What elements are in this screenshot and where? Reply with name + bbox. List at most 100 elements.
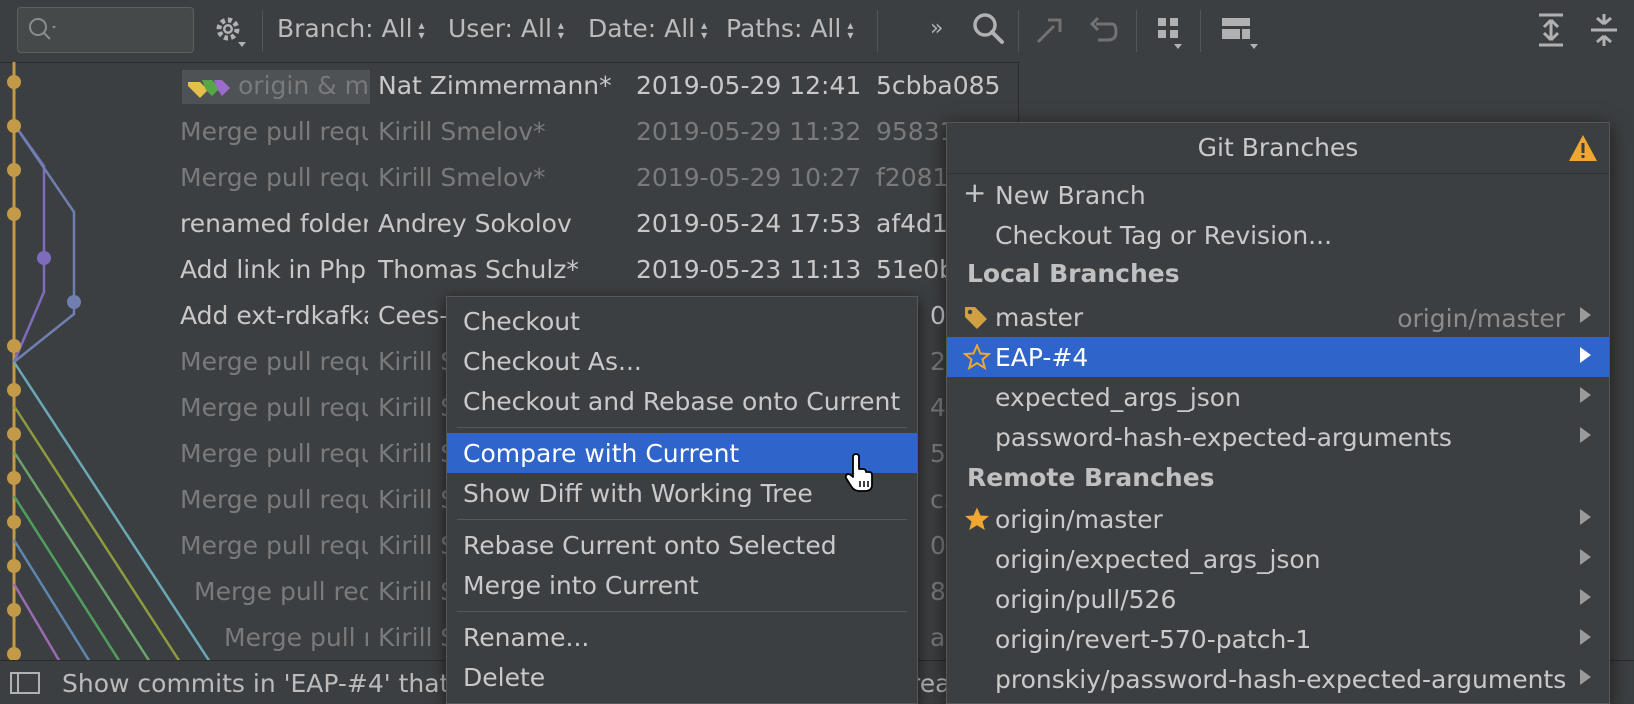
menu-item-checkout[interactable]: Checkout bbox=[447, 301, 917, 341]
search-icon[interactable] bbox=[972, 12, 1006, 52]
commit-date: 2019-05-23 11:13 bbox=[636, 255, 861, 284]
checkout-tag-label: Checkout Tag or Revision... bbox=[995, 221, 1333, 250]
branch-name: password-hash-expected-arguments bbox=[995, 423, 1452, 452]
log-toolbar: Branch: All ▴ ▾ User: All ▴ ▾ Date: All ▴ ▾ Pa… bbox=[0, 0, 1634, 63]
submenu-arrow-icon bbox=[1580, 549, 1591, 565]
branch-name: origin/master bbox=[995, 505, 1163, 534]
menu-item-rebase-current[interactable]: Rebase Current onto Selected bbox=[447, 525, 917, 565]
group-by-icon[interactable] bbox=[1156, 16, 1192, 56]
submenu-arrow-icon bbox=[1580, 589, 1591, 605]
commit-date: 2019-05-29 12:41 bbox=[636, 71, 861, 100]
menu-item-label: Checkout and Rebase onto Current bbox=[463, 387, 901, 416]
remote-branch-origin-expected-args-json[interactable]: origin/expected_args_json bbox=[947, 539, 1609, 579]
submenu-arrow-icon bbox=[1580, 307, 1591, 323]
menu-item-merge-into-current[interactable]: Merge into Current bbox=[447, 565, 917, 605]
expand-all-icon[interactable] bbox=[1536, 12, 1566, 54]
cherry-pick-icon[interactable] bbox=[1034, 14, 1068, 52]
updown-arrows-icon: ▴ ▾ bbox=[701, 18, 708, 42]
menu-item-checkout-as[interactable]: Checkout As... bbox=[447, 341, 917, 381]
menu-item-label: Delete bbox=[463, 663, 546, 692]
table-row[interactable]: Merge pull request Kirill Smelov* 2019-0… bbox=[0, 154, 1018, 200]
remote-branch-origin-master[interactable]: origin/master bbox=[947, 499, 1609, 539]
table-row[interactable]: Add link in PhpDoc Thomas Schulz* 2019-0… bbox=[0, 246, 1018, 292]
remote-branch-origin-revert[interactable]: origin/revert-570-patch-1 bbox=[947, 619, 1609, 659]
paths-filter-label: Paths: All bbox=[726, 14, 842, 43]
tracking-branch: origin/master bbox=[1397, 304, 1565, 333]
menu-item-rename[interactable]: Rename... bbox=[447, 617, 917, 657]
menu-item-label: Checkout As... bbox=[463, 347, 642, 376]
commit-date: 2019-05-29 11:32 bbox=[636, 117, 861, 146]
search-icon bbox=[28, 17, 60, 49]
local-branch-password-hash[interactable]: password-hash-expected-arguments bbox=[947, 417, 1609, 457]
warning-icon[interactable] bbox=[1567, 133, 1599, 169]
menu-item-label: Rebase Current onto Selected bbox=[463, 531, 837, 560]
checkout-tag-item[interactable]: Checkout Tag or Revision... bbox=[947, 215, 1609, 255]
paths-filter[interactable]: Paths: All ▴ ▾ bbox=[726, 14, 853, 43]
hand-cursor-icon bbox=[843, 453, 877, 499]
star-outline-icon bbox=[962, 343, 992, 376]
commit-message: Merge pull request bbox=[180, 163, 368, 192]
table-row[interactable]: Merge pull request Kirill Smelov* 2019-0… bbox=[0, 108, 1018, 154]
more-chevron-icon[interactable]: » bbox=[930, 16, 943, 41]
new-branch-label: New Branch bbox=[995, 181, 1146, 210]
commit-message: Merge pull request bbox=[180, 393, 368, 422]
menu-item-checkout-rebase[interactable]: Checkout and Rebase onto Current bbox=[447, 381, 917, 421]
submenu-arrow-icon bbox=[1580, 387, 1591, 403]
collapse-all-icon[interactable] bbox=[1588, 12, 1620, 54]
branch-name: origin/expected_args_json bbox=[995, 545, 1321, 574]
commit-message: renamed folder bbox=[180, 209, 368, 238]
new-branch-item[interactable]: + New Branch bbox=[947, 175, 1609, 215]
local-branches-header: Local Branches bbox=[967, 259, 1180, 288]
commit-message: origin & master bbox=[238, 71, 370, 100]
updown-arrows-icon: ▴ ▾ bbox=[418, 18, 425, 42]
commit-message: Merge pull request bbox=[180, 485, 368, 514]
commit-message: Merge pull request bbox=[194, 577, 368, 606]
commit-message: Merge pull request bbox=[180, 347, 368, 376]
commit-date: 2019-05-29 10:27 bbox=[636, 163, 861, 192]
branch-name: origin/pull/526 bbox=[995, 585, 1177, 614]
commit-date: 2019-05-24 17:53 bbox=[636, 209, 861, 238]
layout-icon[interactable] bbox=[1220, 16, 1264, 56]
remote-branches-header: Remote Branches bbox=[967, 463, 1215, 492]
remote-branch-pronskiy[interactable]: pronskiy/password-hash-expected-argument… bbox=[947, 659, 1609, 699]
menu-item-label: Merge into Current bbox=[463, 571, 699, 600]
menu-item-label: Show Diff with Working Tree bbox=[463, 479, 813, 508]
commit-message: Merge pull request bbox=[180, 531, 368, 560]
panel-toggle-icon[interactable] bbox=[10, 671, 40, 700]
submenu-arrow-icon bbox=[1580, 509, 1591, 525]
local-branch-master[interactable]: master origin/master bbox=[947, 297, 1609, 337]
branch-name: pronskiy/password-hash-expected-argument… bbox=[995, 665, 1567, 694]
branch-context-menu: Checkout Checkout As... Checkout and Reb… bbox=[446, 296, 918, 704]
branch-filter[interactable]: Branch: All ▴ ▾ bbox=[277, 14, 425, 43]
local-branch-expected-args-json[interactable]: expected_args_json bbox=[947, 377, 1609, 417]
menu-item-label: Compare with Current bbox=[463, 439, 740, 468]
commit-author: Kirill Smelov* bbox=[378, 117, 546, 146]
branch-name: EAP-#4 bbox=[995, 343, 1089, 372]
user-filter-label: User: All bbox=[448, 14, 552, 43]
git-branches-popup: Git Branches + New Branch Checkout Tag o… bbox=[946, 122, 1610, 704]
commit-message: Merge pull request bbox=[180, 439, 368, 468]
commit-author: Thomas Schulz* bbox=[378, 255, 579, 284]
remote-branch-origin-pull-526[interactable]: origin/pull/526 bbox=[947, 579, 1609, 619]
popup-title: Git Branches bbox=[947, 123, 1609, 174]
commit-message: Merge pull request bbox=[180, 117, 368, 146]
submenu-arrow-icon bbox=[1580, 669, 1591, 685]
tag-icon bbox=[963, 305, 989, 335]
updown-arrows-icon: ▴ ▾ bbox=[557, 18, 564, 42]
local-branch-eap-4[interactable]: EAP-#4 bbox=[947, 337, 1609, 377]
menu-item-delete[interactable]: Delete bbox=[447, 657, 917, 697]
table-row[interactable]: renamed folder Andrey Sokolov 2019-05-24… bbox=[0, 200, 1018, 246]
menu-item-label: Checkout bbox=[463, 307, 580, 336]
commit-hash: 5cbba085 bbox=[876, 71, 1001, 100]
branch-name: expected_args_json bbox=[995, 383, 1241, 412]
table-row[interactable]: origin & master Nat Zimmermann* 2019-05-… bbox=[0, 62, 1018, 108]
user-filter[interactable]: User: All ▴ ▾ bbox=[448, 14, 564, 43]
commit-message: Add ext-rdkafka bbox=[180, 301, 368, 330]
undo-icon[interactable] bbox=[1088, 14, 1120, 52]
updown-arrows-icon: ▴ ▾ bbox=[847, 18, 854, 42]
settings-gear-icon[interactable] bbox=[214, 14, 248, 56]
submenu-arrow-icon bbox=[1580, 629, 1591, 645]
search-input[interactable] bbox=[17, 7, 194, 53]
date-filter[interactable]: Date: All ▴ ▾ bbox=[588, 14, 707, 43]
commit-author: Andrey Sokolov bbox=[378, 209, 572, 238]
